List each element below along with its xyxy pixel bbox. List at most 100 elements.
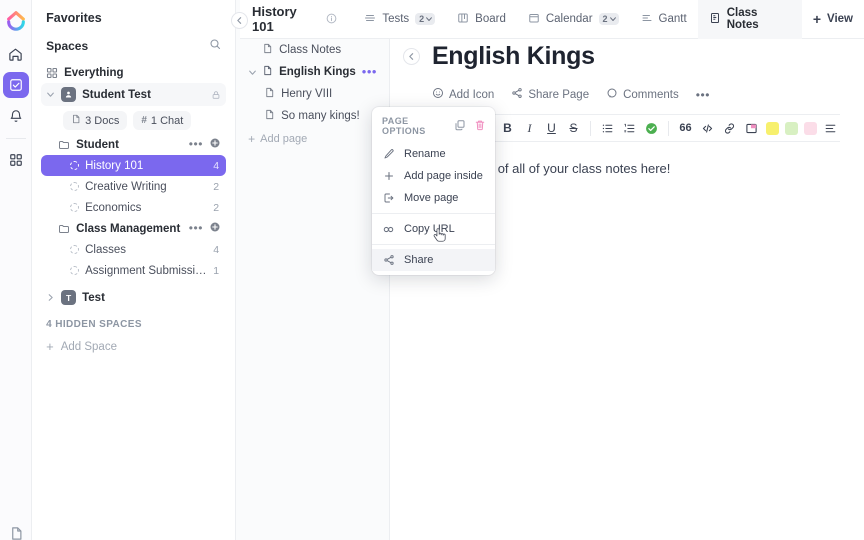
trash-icon[interactable]: [474, 119, 486, 134]
notifications-bell-icon[interactable]: [3, 103, 29, 129]
hidden-spaces-label[interactable]: 4 HIDDEN SPACES: [41, 308, 226, 338]
more-formatting-button[interactable]: [821, 119, 840, 138]
sidebar-space-student-test[interactable]: Student Test: [41, 83, 227, 106]
page-options-header-icons: [454, 119, 486, 134]
page-options-menu: PAGE OPTIONS Rename Add page inside Move…: [372, 107, 495, 275]
list-label: Classes: [85, 243, 127, 256]
highlight-pink-button[interactable]: [803, 121, 817, 135]
link-button[interactable]: [720, 119, 739, 138]
docs-icon[interactable]: [9, 526, 24, 540]
pill-docs[interactable]: 3 Docs: [63, 111, 128, 130]
bold-button[interactable]: B: [498, 119, 517, 138]
page-item-english-kings[interactable]: English Kings •••: [244, 61, 381, 83]
tab-class-notes[interactable]: Class Notes: [697, 0, 802, 39]
smiley-icon: [432, 87, 444, 102]
spaces-label: Spaces: [46, 38, 89, 53]
code-button[interactable]: [698, 119, 717, 138]
list-status-icon: [70, 161, 80, 170]
page-item-henry-viii[interactable]: Henry VIII: [244, 83, 381, 105]
document-more-options-icon[interactable]: •••: [696, 89, 710, 101]
sidebar-folder-student[interactable]: Student •••: [41, 134, 226, 155]
comments-button[interactable]: Comments: [606, 87, 679, 102]
highlight-yellow-button[interactable]: [765, 121, 779, 135]
add-page-button[interactable]: + Add page: [244, 127, 381, 146]
add-icon[interactable]: [209, 137, 221, 152]
clickup-app: Favorites Spaces Everything Student Test: [0, 0, 864, 540]
search-icon[interactable]: [209, 38, 221, 53]
home-icon[interactable]: [3, 41, 29, 67]
list-count: 4: [213, 159, 220, 172]
add-icon-label: Add Icon: [448, 88, 495, 101]
folder-label: Student: [76, 138, 119, 151]
add-icon-button[interactable]: Add Icon: [432, 87, 494, 102]
tab-gantt[interactable]: Gantt: [630, 0, 698, 39]
comments-label: Comments: [623, 88, 679, 101]
sidebar-folder-class-management[interactable]: Class Management •••: [41, 218, 226, 239]
pill-chat[interactable]: # 1 Chat: [133, 111, 192, 130]
tasks-icon[interactable]: [2, 72, 29, 98]
page-options-ellipsis-icon[interactable]: •••: [362, 65, 377, 78]
tab-board[interactable]: Board: [446, 0, 517, 39]
page-doc-icon: [264, 109, 275, 123]
share-page-button[interactable]: Share Page: [511, 87, 589, 102]
quote-button[interactable]: 66: [676, 119, 695, 138]
strikethrough-button[interactable]: S: [564, 119, 583, 138]
add-icon[interactable]: [209, 221, 221, 236]
bulleted-list-button[interactable]: [598, 119, 617, 138]
add-space-button[interactable]: + Add Space: [41, 338, 226, 356]
sidebar-list-creative-writing[interactable]: Creative Writing 2: [41, 176, 226, 197]
chevron-right-icon[interactable]: [46, 294, 55, 301]
italic-button[interactable]: I: [520, 119, 539, 138]
list-label: Assignment Submissio…: [85, 264, 208, 277]
sidebar-collapse-button[interactable]: [231, 12, 248, 29]
doc-icon: [71, 114, 81, 127]
chevron-down-icon[interactable]: [46, 91, 55, 98]
list-status-icon: [70, 203, 80, 212]
calendar-view-icon: [528, 12, 540, 27]
sidebar-list-assignment-submissions[interactable]: Assignment Submissio… 1: [41, 260, 226, 281]
duplicate-icon[interactable]: [454, 119, 466, 134]
sidebar-space-test[interactable]: T Test: [41, 287, 226, 308]
sidebar-list-economics[interactable]: Economics 2: [41, 197, 226, 218]
everything-grid-icon: [46, 67, 58, 79]
page-label: So many kings!: [281, 110, 360, 122]
tab-calendar[interactable]: Calendar 2: [517, 0, 630, 39]
sidebar-item-everything[interactable]: Everything: [41, 62, 226, 83]
banner-button[interactable]: [742, 119, 761, 138]
breadcrumb[interactable]: History 101: [252, 4, 353, 34]
tab-label: Tests: [382, 13, 410, 25]
menu-item-label: Rename: [404, 148, 446, 160]
sidebar-list-classes[interactable]: Classes 4: [41, 239, 226, 260]
list-view-icon: [364, 12, 376, 27]
numbered-list-button[interactable]: [620, 119, 639, 138]
add-space-label: Add Space: [60, 341, 117, 353]
clickup-logo-icon[interactable]: [3, 7, 29, 33]
pages-collapse-button[interactable]: [403, 48, 420, 65]
page-doc-icon: [262, 43, 273, 57]
checklist-button[interactable]: [642, 119, 661, 138]
highlight-green-button[interactable]: [784, 121, 798, 135]
sidebar-list-history-101[interactable]: History 101 4: [41, 155, 227, 176]
add-view-button[interactable]: + View: [802, 0, 864, 39]
menu-item-move-page[interactable]: Move page: [372, 187, 495, 209]
plus-icon: +: [248, 131, 256, 146]
board-view-icon: [457, 12, 469, 27]
tab-badge: 2: [598, 13, 619, 25]
chevron-down-icon[interactable]: [248, 69, 256, 76]
menu-item-rename[interactable]: Rename: [372, 143, 495, 165]
info-icon[interactable]: [326, 12, 337, 27]
space-name-label: Student Test: [82, 88, 151, 101]
page-item-so-many-kings[interactable]: So many kings!: [244, 105, 381, 127]
underline-button[interactable]: U: [542, 119, 561, 138]
apps-grid-icon[interactable]: [3, 147, 29, 173]
add-page-label: Add page: [260, 133, 308, 145]
pages-panel: PAGES Class Notes English Kings •••: [236, 0, 390, 540]
share-nodes-icon: [382, 254, 395, 266]
page-item-class-notes[interactable]: Class Notes: [244, 39, 381, 61]
tab-tests[interactable]: Tests 2: [353, 0, 446, 39]
menu-item-share[interactable]: Share: [372, 249, 495, 271]
ellipsis-icon[interactable]: •••: [189, 138, 203, 150]
icon-rail: [0, 0, 33, 540]
menu-item-add-page-inside[interactable]: Add page inside: [372, 165, 495, 187]
ellipsis-icon[interactable]: •••: [189, 222, 203, 234]
